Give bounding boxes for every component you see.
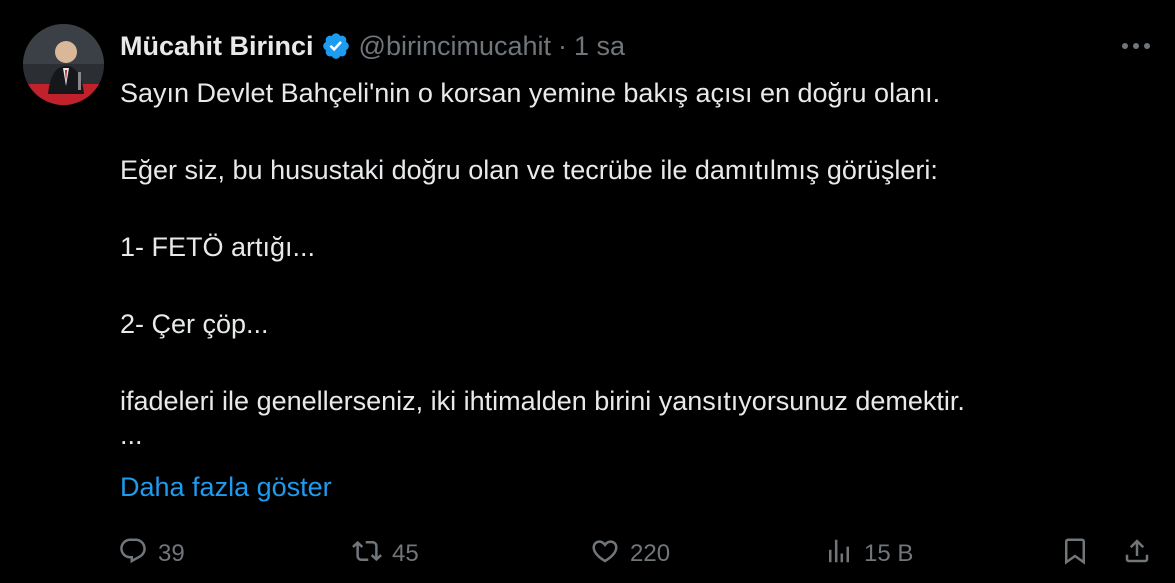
heart-icon [590, 536, 620, 573]
more-horizontal-icon[interactable] [1118, 34, 1154, 58]
retweet-icon [352, 536, 382, 573]
tweet-text: Sayın Devlet Bahçeli'nin o korsan yemine… [120, 74, 1150, 450]
views-icon [824, 536, 854, 573]
verified-badge-icon [321, 31, 351, 61]
tweet-line: 2- Çer çöp... [120, 309, 269, 339]
separator-dot: · [558, 30, 567, 61]
views-count: 15 B [864, 540, 914, 567]
bookmark-icon [1060, 536, 1090, 573]
tweet-ellipsis: ... [120, 420, 143, 450]
reply-count: 39 [158, 540, 185, 567]
show-more-link[interactable]: Daha fazla göster [120, 472, 332, 503]
reply-button[interactable]: 39 [118, 532, 185, 576]
retweet-button[interactable]: 45 [352, 532, 419, 576]
tweet-line: Sayın Devlet Bahçeli'nin o korsan yemine… [120, 78, 941, 108]
views-button[interactable]: 15 B [824, 532, 913, 576]
reply-icon [118, 536, 148, 573]
like-button[interactable]: 220 [590, 532, 670, 576]
tweet-header: Mücahit Birinci @birincimucahit · 1 sa [120, 28, 625, 64]
author-handle[interactable]: @birincimucahit [359, 31, 551, 62]
tweet-line: Eğer siz, bu husustaki doğru olan ve tec… [120, 155, 938, 185]
tweet-line: ifadeleri ile genellerseniz, iki ihtimal… [120, 386, 965, 416]
share-icon [1122, 536, 1152, 573]
retweet-count: 45 [392, 540, 419, 567]
action-bar: 39 45 220 15 B [118, 532, 1158, 576]
author-name[interactable]: Mücahit Birinci [120, 31, 314, 62]
bookmark-button[interactable] [1060, 532, 1090, 576]
avatar[interactable] [23, 24, 104, 105]
tweet-line: 1- FETÖ artığı... [120, 232, 316, 262]
tweet[interactable]: Mücahit Birinci @birincimucahit · 1 sa S… [0, 0, 1175, 583]
like-count: 220 [630, 540, 671, 567]
tweet-timestamp[interactable]: 1 sa [574, 31, 625, 62]
share-button[interactable] [1122, 532, 1152, 576]
